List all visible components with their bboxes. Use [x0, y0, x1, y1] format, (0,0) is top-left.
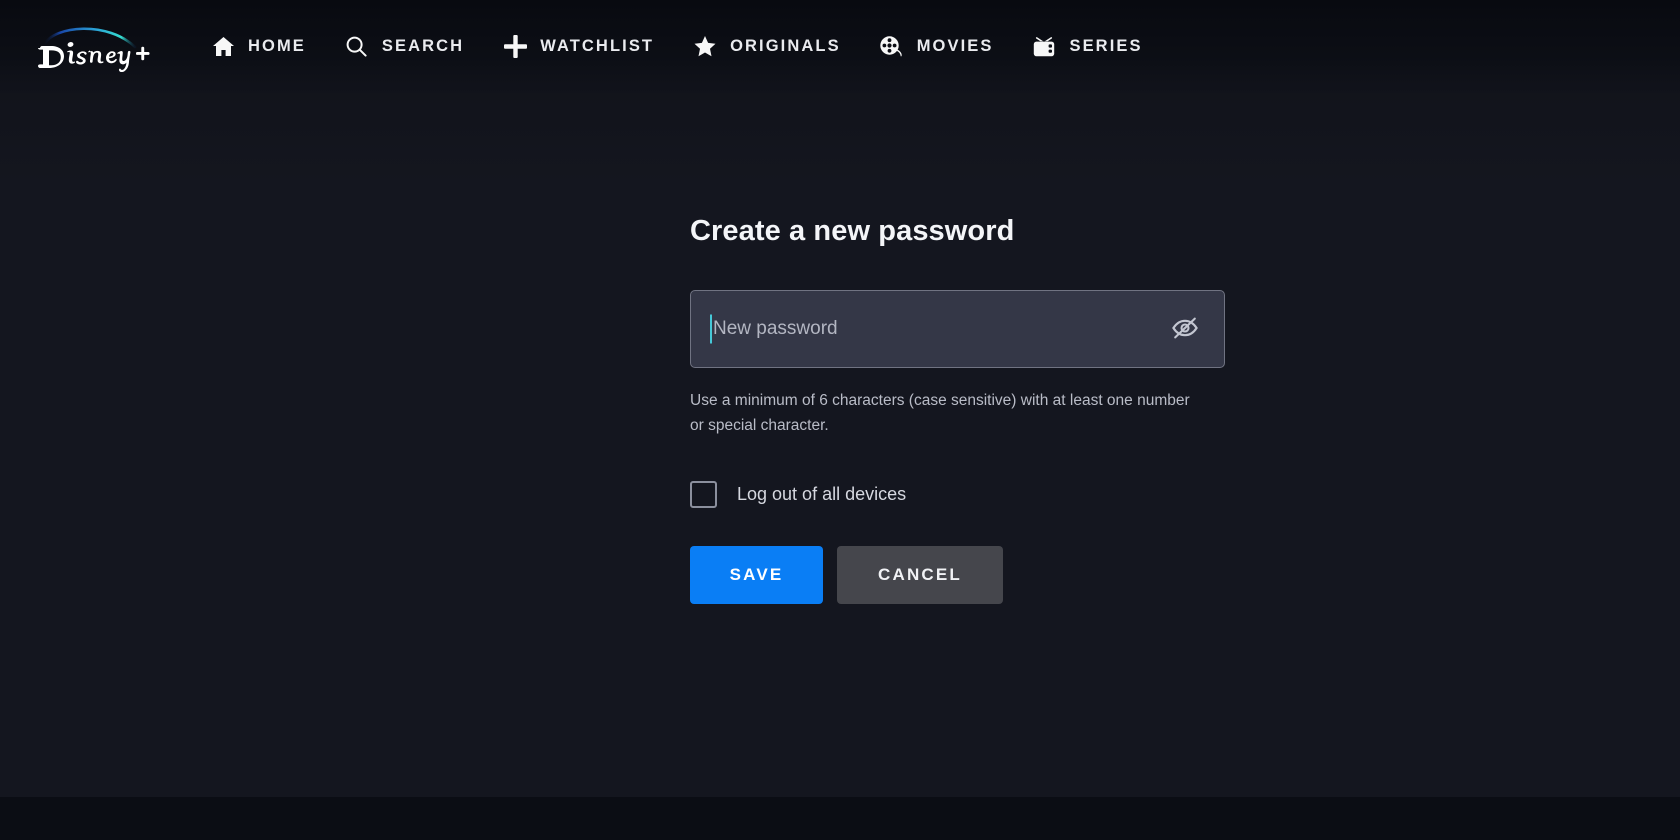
text-caret — [710, 314, 712, 344]
nav-item-watchlist[interactable]: WATCHLIST — [502, 24, 654, 70]
nav-items: HOME SEARCH WATCHLIST ORIGINALS MOVIES S… — [210, 24, 1181, 70]
page-title: Create a new password — [690, 215, 1015, 247]
search-icon — [344, 34, 370, 60]
nav-label-watchlist: WATCHLIST — [540, 37, 655, 55]
nav-label-home: HOME — [248, 37, 306, 55]
star-icon — [692, 34, 718, 60]
nav-item-originals[interactable]: ORIGINALS — [692, 24, 841, 70]
logout-all-devices-checkbox[interactable] — [690, 480, 717, 508]
nav-item-movies[interactable]: MOVIES — [879, 24, 994, 70]
disney-plus-password-page: HOME SEARCH WATCHLIST ORIGINALS MOVIES S… — [0, 0, 1680, 840]
password-form: Create a new password Use a minimum of 6… — [690, 215, 1250, 604]
nav-label-series: SERIES — [1069, 37, 1143, 55]
logout-all-devices-row[interactable]: Log out of all devices — [690, 480, 1250, 508]
disney-plus-logo[interactable] — [30, 18, 152, 76]
top-navigation-bar: HOME SEARCH WATCHLIST ORIGINALS MOVIES S… — [0, 0, 1680, 93]
nav-label-search: SEARCH — [381, 37, 465, 55]
footer-bar — [0, 797, 1680, 840]
eye-off-icon — [1170, 315, 1200, 344]
form-actions: SAVE CANCEL — [690, 545, 1250, 604]
film-reel-icon — [879, 34, 905, 60]
password-helper-text: Use a minimum of 6 characters (case sens… — [690, 392, 1190, 434]
nav-item-search[interactable]: SEARCH — [344, 24, 464, 70]
logout-all-devices-label: Log out of all devices — [737, 483, 907, 504]
new-password-input[interactable] — [691, 291, 1224, 367]
cancel-button[interactable]: CANCEL — [837, 545, 1003, 604]
home-icon — [210, 34, 236, 60]
password-field-wrapper[interactable] — [690, 290, 1225, 368]
nav-item-series[interactable]: SERIES — [1031, 24, 1142, 70]
television-icon — [1031, 34, 1057, 60]
nav-label-movies: MOVIES — [916, 37, 994, 55]
nav-item-home[interactable]: HOME — [210, 24, 306, 70]
plus-icon — [502, 34, 528, 60]
nav-label-originals: ORIGINALS — [730, 37, 841, 55]
save-button[interactable]: SAVE — [690, 545, 823, 604]
toggle-password-visibility-button[interactable] — [1166, 310, 1204, 348]
